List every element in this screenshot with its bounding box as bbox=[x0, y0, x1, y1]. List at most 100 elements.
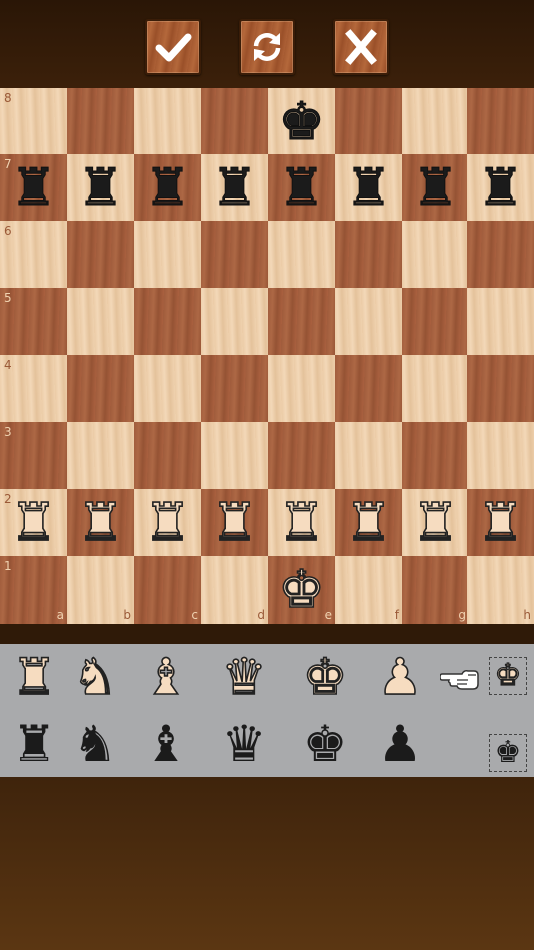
square-b8[interactable] bbox=[67, 88, 134, 154]
square-g4[interactable] bbox=[402, 355, 469, 422]
palette-black-knight[interactable]: ♞ bbox=[65, 711, 125, 777]
square-g7[interactable]: ♜ bbox=[402, 154, 469, 221]
square-b7[interactable]: ♜ bbox=[67, 154, 134, 221]
flip-board-button[interactable] bbox=[239, 19, 295, 75]
palette-black-pawn[interactable]: ♟ bbox=[370, 711, 430, 777]
square-a3[interactable]: 3 bbox=[0, 422, 67, 489]
square-e3[interactable] bbox=[268, 422, 335, 489]
square-f8[interactable] bbox=[335, 88, 402, 154]
square-h6[interactable] bbox=[467, 221, 534, 288]
black-rook-piece[interactable]: ♜ bbox=[402, 154, 469, 221]
square-d7[interactable]: ♜ bbox=[201, 154, 268, 221]
black-rook-piece[interactable]: ♜ bbox=[467, 154, 534, 221]
square-f4[interactable] bbox=[335, 355, 402, 422]
square-c5[interactable] bbox=[134, 288, 201, 355]
square-b5[interactable] bbox=[67, 288, 134, 355]
white-rook-piece[interactable]: ♜ bbox=[335, 489, 402, 556]
square-c2[interactable]: ♜ bbox=[134, 489, 201, 556]
square-e8[interactable]: ♚ bbox=[268, 88, 335, 154]
square-h7[interactable]: ♜ bbox=[467, 154, 534, 221]
white-rook-piece[interactable]: ♜ bbox=[0, 489, 67, 556]
confirm-button[interactable] bbox=[145, 19, 201, 75]
square-d3[interactable] bbox=[201, 422, 268, 489]
square-e1[interactable]: e ♚ bbox=[268, 556, 335, 624]
square-f2[interactable]: ♜ bbox=[335, 489, 402, 556]
square-b3[interactable] bbox=[67, 422, 134, 489]
black-king-selector[interactable]: ♚ bbox=[489, 734, 527, 772]
palette-white-king[interactable]: ♚ bbox=[295, 644, 355, 710]
white-rook-piece[interactable]: ♜ bbox=[467, 489, 534, 556]
palette-white-bishop[interactable]: ♝ bbox=[136, 644, 196, 710]
square-h2[interactable]: ♜ bbox=[467, 489, 534, 556]
black-rook-piece[interactable]: ♜ bbox=[134, 154, 201, 221]
square-e6[interactable] bbox=[268, 221, 335, 288]
square-f5[interactable] bbox=[335, 288, 402, 355]
square-a2[interactable]: 2 ♜ bbox=[0, 489, 67, 556]
palette-white-queen[interactable]: ♛ bbox=[214, 644, 274, 710]
square-e2[interactable]: ♜ bbox=[268, 489, 335, 556]
palette-white-pawn[interactable]: ♟ bbox=[370, 644, 430, 710]
square-a4[interactable]: 4 bbox=[0, 355, 67, 422]
palette-white-knight[interactable]: ♞ bbox=[65, 644, 125, 710]
black-rook-piece[interactable]: ♜ bbox=[201, 154, 268, 221]
square-f6[interactable] bbox=[335, 221, 402, 288]
close-button[interactable] bbox=[333, 19, 389, 75]
black-king-piece[interactable]: ♚ bbox=[268, 88, 335, 154]
square-f7[interactable]: ♜ bbox=[335, 154, 402, 221]
square-g2[interactable]: ♜ bbox=[402, 489, 469, 556]
palette-black-king[interactable]: ♚ bbox=[295, 711, 355, 777]
palette-white-rook[interactable]: ♜ bbox=[4, 644, 64, 710]
square-c8[interactable] bbox=[134, 88, 201, 154]
square-a7[interactable]: 7 ♜ bbox=[0, 154, 67, 221]
square-g5[interactable] bbox=[402, 288, 469, 355]
square-d8[interactable] bbox=[201, 88, 268, 154]
square-a1[interactable]: 1a bbox=[0, 556, 67, 624]
square-d4[interactable] bbox=[201, 355, 268, 422]
square-g6[interactable] bbox=[402, 221, 469, 288]
square-d1[interactable]: d bbox=[201, 556, 268, 624]
white-rook-piece[interactable]: ♜ bbox=[67, 489, 134, 556]
white-rook-piece[interactable]: ♜ bbox=[402, 489, 469, 556]
palette-black-queen[interactable]: ♛ bbox=[214, 711, 274, 777]
square-g1[interactable]: g bbox=[402, 556, 469, 624]
square-f1[interactable]: f bbox=[335, 556, 402, 624]
square-c7[interactable]: ♜ bbox=[134, 154, 201, 221]
square-c4[interactable] bbox=[134, 355, 201, 422]
square-d2[interactable]: ♜ bbox=[201, 489, 268, 556]
white-king-piece[interactable]: ♚ bbox=[268, 556, 335, 623]
square-a6[interactable]: 6 bbox=[0, 221, 67, 288]
square-d6[interactable] bbox=[201, 221, 268, 288]
square-h1[interactable]: h bbox=[467, 556, 534, 624]
white-rook-piece[interactable]: ♜ bbox=[201, 489, 268, 556]
white-rook-piece[interactable]: ♜ bbox=[268, 489, 335, 556]
palette-black-bishop[interactable]: ♝ bbox=[136, 711, 196, 777]
square-f3[interactable] bbox=[335, 422, 402, 489]
white-rook-piece[interactable]: ♜ bbox=[134, 489, 201, 556]
square-b4[interactable] bbox=[67, 355, 134, 422]
square-e5[interactable] bbox=[268, 288, 335, 355]
file-label: g bbox=[458, 608, 466, 622]
square-c1[interactable]: c bbox=[134, 556, 201, 624]
black-rook-piece[interactable]: ♜ bbox=[268, 154, 335, 221]
square-h3[interactable] bbox=[467, 422, 534, 489]
black-rook-piece[interactable]: ♜ bbox=[0, 154, 67, 221]
square-a5[interactable]: 5 bbox=[0, 288, 67, 355]
palette-black-rook[interactable]: ♜ bbox=[4, 711, 64, 777]
square-b2[interactable]: ♜ bbox=[67, 489, 134, 556]
square-g8[interactable] bbox=[402, 88, 469, 154]
black-rook-piece[interactable]: ♜ bbox=[335, 154, 402, 221]
square-g3[interactable] bbox=[402, 422, 469, 489]
square-h4[interactable] bbox=[467, 355, 534, 422]
square-a8[interactable]: 8 bbox=[0, 88, 67, 154]
square-c6[interactable] bbox=[134, 221, 201, 288]
square-h5[interactable] bbox=[467, 288, 534, 355]
square-b6[interactable] bbox=[67, 221, 134, 288]
square-c3[interactable] bbox=[134, 422, 201, 489]
square-d5[interactable] bbox=[201, 288, 268, 355]
white-king-selector[interactable]: ♚ bbox=[489, 657, 527, 695]
black-rook-piece[interactable]: ♜ bbox=[67, 154, 134, 221]
square-e4[interactable] bbox=[268, 355, 335, 422]
square-b1[interactable]: b bbox=[67, 556, 134, 624]
square-e7[interactable]: ♜ bbox=[268, 154, 335, 221]
square-h8[interactable] bbox=[467, 88, 534, 154]
